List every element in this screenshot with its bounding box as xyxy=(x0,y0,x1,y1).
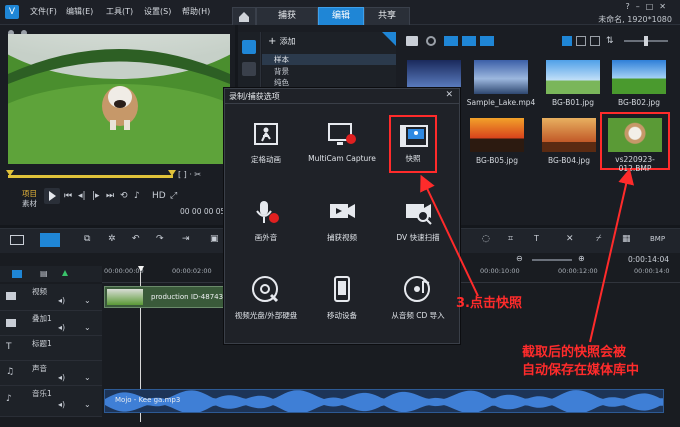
annotation-step3: 3.点击快照 xyxy=(456,296,522,311)
annotation-note-line2: 自动保存在媒体库中 xyxy=(522,363,640,378)
annotation-note-line1: 截取后的快照会被 xyxy=(522,345,627,360)
arrow-to-library xyxy=(589,168,635,343)
arrow-to-snapshot xyxy=(420,174,479,297)
annotation-note: 截取后的快照会被 自动保存在媒体库中 xyxy=(522,344,639,380)
